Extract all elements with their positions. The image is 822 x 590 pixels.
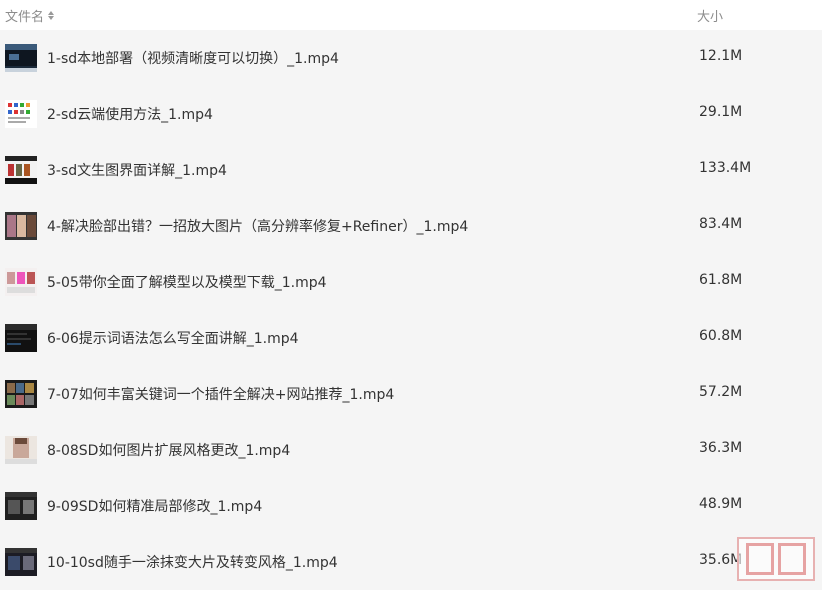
file-row[interactable]: 4-解决脸部出错？一招放大图片（高分辨率修复+Refiner）_1.mp4 83… bbox=[0, 198, 822, 254]
video-thumbnail bbox=[5, 492, 37, 520]
file-name: 5-05带你全面了解模型以及模型下载_1.mp4 bbox=[47, 275, 327, 291]
video-thumbnail bbox=[5, 268, 37, 296]
file-name: 3-sd文生图界面详解_1.mp4 bbox=[47, 163, 227, 179]
video-thumbnail bbox=[5, 380, 37, 408]
file-name: 1-sd本地部署（视频清晰度可以切换）_1.mp4 bbox=[47, 51, 339, 67]
video-thumbnail bbox=[5, 548, 37, 576]
video-thumbnail bbox=[5, 156, 37, 184]
video-thumbnail bbox=[5, 100, 37, 128]
file-name: 8-08SD如何图片扩展风格更改_1.mp4 bbox=[47, 443, 291, 459]
video-thumbnail bbox=[5, 436, 37, 464]
file-list: 1-sd本地部署（视频清晰度可以切换）_1.mp4 12.1M 2-sd云端使用… bbox=[0, 30, 822, 590]
column-header-name[interactable]: 文件名 bbox=[5, 6, 55, 25]
sort-icon[interactable] bbox=[48, 11, 55, 20]
file-row[interactable]: 3-sd文生图界面详解_1.mp4 133.4M bbox=[0, 142, 822, 198]
file-row[interactable]: 6-06提示词语法怎么写全面讲解_1.mp4 60.8M bbox=[0, 310, 822, 366]
file-name: 9-09SD如何精准局部修改_1.mp4 bbox=[47, 499, 263, 515]
file-name: 6-06提示词语法怎么写全面讲解_1.mp4 bbox=[47, 331, 299, 347]
file-row[interactable]: 10-10sd随手一涂抹变大片及转变风格_1.mp4 35.6M bbox=[0, 534, 822, 590]
list-header: 文件名 大小 bbox=[0, 0, 822, 30]
file-name: 7-07如何丰富关键词一个插件全解决+网站推荐_1.mp4 bbox=[47, 387, 395, 403]
file-row[interactable]: 7-07如何丰富关键词一个插件全解决+网站推荐_1.mp4 57.2M bbox=[0, 366, 822, 422]
file-size: 61.8M bbox=[699, 272, 743, 288]
video-thumbnail bbox=[5, 212, 37, 240]
file-size: 29.1M bbox=[699, 104, 743, 120]
file-size: 83.4M bbox=[699, 216, 743, 232]
video-thumbnail bbox=[5, 324, 37, 352]
file-row[interactable]: 2-sd云端使用方法_1.mp4 29.1M bbox=[0, 86, 822, 142]
file-name: 10-10sd随手一涂抹变大片及转变风格_1.mp4 bbox=[47, 555, 338, 571]
file-size: 48.9M bbox=[699, 496, 743, 512]
seal-stamp-icon bbox=[737, 537, 815, 581]
file-row[interactable]: 1-sd本地部署（视频清晰度可以切换）_1.mp4 12.1M bbox=[0, 30, 822, 86]
file-size: 12.1M bbox=[699, 48, 743, 64]
file-row[interactable]: 5-05带你全面了解模型以及模型下载_1.mp4 61.8M bbox=[0, 254, 822, 310]
file-size: 57.2M bbox=[699, 384, 743, 400]
video-thumbnail bbox=[5, 44, 37, 72]
column-header-name-label: 文件名 bbox=[5, 10, 45, 25]
column-header-size[interactable]: 大小 bbox=[697, 6, 723, 25]
file-name: 2-sd云端使用方法_1.mp4 bbox=[47, 107, 213, 123]
file-size: 35.6M bbox=[699, 552, 743, 568]
file-size: 60.8M bbox=[699, 328, 743, 344]
file-name: 4-解决脸部出错？一招放大图片（高分辨率修复+Refiner）_1.mp4 bbox=[47, 219, 469, 235]
file-row[interactable]: 8-08SD如何图片扩展风格更改_1.mp4 36.3M bbox=[0, 422, 822, 478]
file-size: 133.4M bbox=[699, 160, 752, 176]
file-row[interactable]: 9-09SD如何精准局部修改_1.mp4 48.9M bbox=[0, 478, 822, 534]
file-size: 36.3M bbox=[699, 440, 743, 456]
